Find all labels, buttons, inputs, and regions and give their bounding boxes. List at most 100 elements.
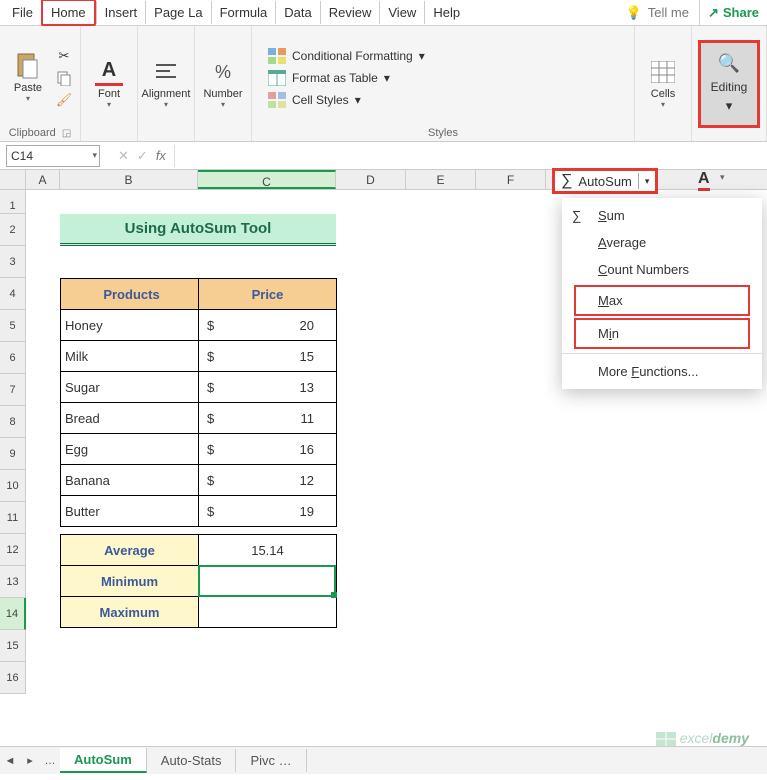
tab-help[interactable]: Help <box>424 1 468 24</box>
tab-insert[interactable]: Insert <box>96 1 146 24</box>
tab-home[interactable]: Home <box>41 0 96 26</box>
accept-formula-icon[interactable]: ✓ <box>137 148 148 164</box>
row-header[interactable]: 6 <box>0 342 26 374</box>
price-cell[interactable]: $13 <box>199 372 337 403</box>
maximum-value[interactable] <box>199 597 337 628</box>
font-color-icon[interactable]: A <box>698 170 710 191</box>
col-header-c[interactable]: C <box>198 170 336 189</box>
group-editing: 🔍 Editing ▾ <box>692 26 767 141</box>
formula-input[interactable] <box>174 145 767 167</box>
chevron-down-icon: ▾ <box>645 176 650 187</box>
conditional-formatting-button[interactable]: Conditional Formatting▾ <box>264 46 429 66</box>
price-cell[interactable]: $12 <box>199 465 337 496</box>
autosum-split-button[interactable]: ∑ AutoSum ▾ <box>552 168 658 194</box>
paste-button[interactable]: Paste ▾ <box>6 43 50 113</box>
price-cell[interactable]: $19 <box>199 496 337 527</box>
dialog-launcher-icon[interactable]: ◲ <box>62 128 71 139</box>
price-cell[interactable]: $20 <box>199 310 337 341</box>
fx-icon[interactable]: fx <box>156 148 174 163</box>
sheet-tab-autostats[interactable]: Auto-Stats <box>147 749 237 772</box>
product-cell[interactable]: Banana <box>61 465 199 496</box>
tab-page-layout[interactable]: Page La <box>145 1 210 24</box>
format-as-table-button[interactable]: Format as Table▾ <box>264 68 429 88</box>
row-header[interactable]: 10 <box>0 470 26 502</box>
row-header[interactable]: 8 <box>0 406 26 438</box>
row-header[interactable]: 1 <box>0 190 26 214</box>
table-row: Honey $20 <box>61 310 337 341</box>
col-header-d[interactable]: D <box>336 170 406 189</box>
name-box[interactable]: C14 ▾ <box>6 145 100 167</box>
font-label: Font <box>98 88 120 100</box>
cells-icon <box>649 58 677 86</box>
editing-button[interactable]: 🔍 Editing ▾ <box>698 40 760 128</box>
format-painter-button[interactable]: 🖌 <box>54 90 74 110</box>
cells-button[interactable]: Cells ▾ <box>641 49 685 119</box>
price-cell[interactable]: $16 <box>199 434 337 465</box>
col-header-b[interactable]: B <box>60 170 198 189</box>
tab-review[interactable]: Review <box>320 1 380 24</box>
cancel-formula-icon[interactable]: ✕ <box>118 148 129 164</box>
row-header[interactable]: 5 <box>0 310 26 342</box>
watermark: exceldemy <box>656 730 749 746</box>
row-header[interactable]: 13 <box>0 566 26 598</box>
alignment-label: Alignment <box>142 88 191 100</box>
share-button[interactable]: ↗ Share <box>699 0 767 25</box>
sheet-tab-autosum[interactable]: AutoSum <box>60 748 147 773</box>
row-header[interactable]: 15 <box>0 630 26 662</box>
tab-nav-more[interactable]: … <box>40 755 60 767</box>
group-styles: Conditional Formatting▾ Format as Table▾… <box>252 26 635 141</box>
font-button[interactable]: A Font ▾ <box>87 49 131 119</box>
menu-count[interactable]: Count Numbers <box>562 256 762 283</box>
row-header[interactable]: 4 <box>0 278 26 310</box>
tab-view[interactable]: View <box>379 1 424 24</box>
tab-formulas[interactable]: Formula <box>211 1 276 24</box>
tell-me[interactable]: 💡 Tell me <box>616 5 699 21</box>
table-row: Butter $19 <box>61 496 337 527</box>
chevron-down-icon: ▾ <box>355 93 361 107</box>
alignment-button[interactable]: Alignment ▾ <box>144 49 188 119</box>
col-header-e[interactable]: E <box>406 170 476 189</box>
autosum-menu: ∑Sum Average Count Numbers Max Min More … <box>562 198 762 389</box>
price-cell[interactable]: $11 <box>199 403 337 434</box>
product-cell[interactable]: Bread <box>61 403 199 434</box>
cell-styles-button[interactable]: Cell Styles▾ <box>264 90 429 110</box>
product-cell[interactable]: Egg <box>61 434 199 465</box>
group-font: A Font ▾ <box>81 26 138 141</box>
tab-data[interactable]: Data <box>275 1 319 24</box>
chevron-down-icon: ▾ <box>221 100 225 109</box>
menu-max[interactable]: Max <box>574 285 750 316</box>
cut-button[interactable]: ✂ <box>54 46 74 66</box>
row-header[interactable]: 12 <box>0 534 26 566</box>
tab-nav-prev[interactable]: ▸ <box>20 754 40 767</box>
row-header[interactable]: 7 <box>0 374 26 406</box>
copy-button[interactable] <box>54 68 74 88</box>
row-header[interactable]: 2 <box>0 214 26 246</box>
watermark-text-b: demy <box>712 730 749 746</box>
minimum-value[interactable] <box>199 566 337 597</box>
menu-average[interactable]: Average <box>562 229 762 256</box>
number-button[interactable]: % Number ▾ <box>201 49 245 119</box>
product-cell[interactable]: Sugar <box>61 372 199 403</box>
chevron-down-icon: ▾ <box>107 100 111 109</box>
price-cell[interactable]: $15 <box>199 341 337 372</box>
row-headers: 1 2 3 4 5 6 7 8 9 10 11 12 13 14 15 16 <box>0 190 26 694</box>
average-value[interactable]: 15.14 <box>199 535 337 566</box>
menu-sum[interactable]: ∑Sum <box>562 202 762 229</box>
tab-nav-first[interactable]: ◄ <box>0 755 20 767</box>
col-header-a[interactable]: A <box>26 170 60 189</box>
product-cell[interactable]: Honey <box>61 310 199 341</box>
tab-file[interactable]: File <box>4 1 41 24</box>
menu-more-functions[interactable]: More Functions... <box>562 358 762 385</box>
col-header-f[interactable]: F <box>476 170 546 189</box>
select-all-corner[interactable] <box>0 170 26 189</box>
sheet-tab-pivc[interactable]: Pivc … <box>236 749 306 772</box>
product-cell[interactable]: Milk <box>61 341 199 372</box>
row-header[interactable]: 16 <box>0 662 26 694</box>
row-header[interactable]: 14 <box>0 598 26 630</box>
row-header[interactable]: 11 <box>0 502 26 534</box>
menu-min[interactable]: Min <box>574 318 750 349</box>
split-separator <box>638 173 639 189</box>
row-header[interactable]: 3 <box>0 246 26 278</box>
row-header[interactable]: 9 <box>0 438 26 470</box>
product-cell[interactable]: Butter <box>61 496 199 527</box>
